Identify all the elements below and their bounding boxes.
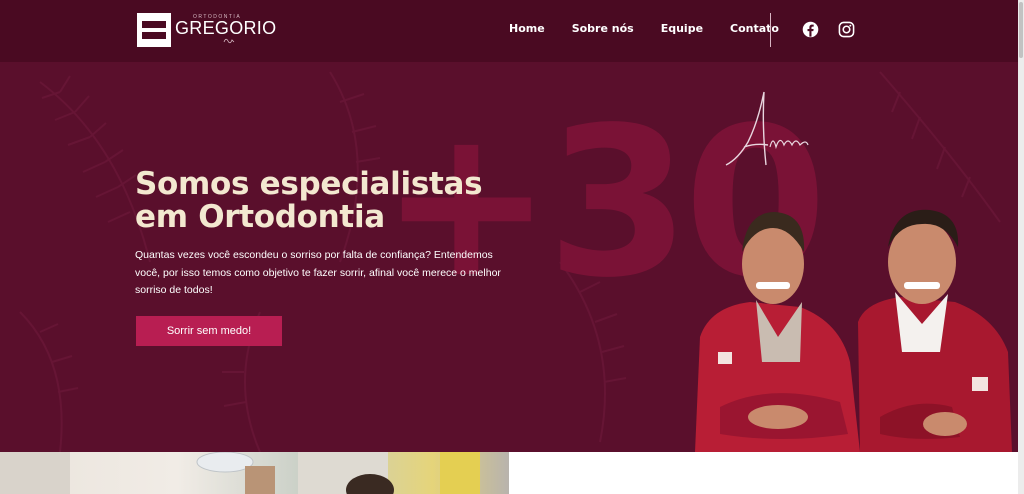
cta-button[interactable]: Sorrir sem medo!	[136, 316, 282, 346]
nav-equipe[interactable]: Equipe	[661, 22, 703, 35]
brand-name: GREGORIO	[175, 18, 277, 38]
nav-contato[interactable]: Contato	[730, 22, 779, 35]
signature-icon	[223, 38, 235, 44]
nav-divider	[770, 13, 771, 47]
bottom-content-area	[509, 452, 1018, 494]
facebook-icon[interactable]	[802, 21, 819, 42]
hero-section: +30 Somos especialistas em Ortodontia Qu…	[0, 62, 1018, 452]
main-nav: Home Sobre nós Equipe Contato	[509, 22, 806, 35]
clinic-photo	[0, 452, 480, 494]
scrollbar-thumb[interactable]	[1019, 2, 1023, 58]
nav-home[interactable]: Home	[509, 22, 545, 35]
scrollbar[interactable]	[1018, 0, 1024, 494]
brand-logo[interactable]: ORTODONTIA GREGORIO	[137, 13, 276, 47]
hero-title: Somos especialistas em Ortodontia	[135, 166, 483, 236]
doctors-photo	[695, 209, 1012, 452]
hero-description: Quantas vezes você escondeu o sorriso po…	[135, 249, 501, 296]
site-header: ORTODONTIA GREGORIO Home Sobre nós Equip…	[0, 0, 1018, 62]
logo-mark-icon	[137, 13, 171, 47]
nav-sobre-nos[interactable]: Sobre nós	[572, 22, 634, 35]
instagram-icon[interactable]	[838, 21, 855, 42]
bottom-photo	[0, 452, 509, 494]
logo-text: ORTODONTIA GREGORIO	[175, 13, 276, 47]
anos-script	[725, 91, 809, 166]
